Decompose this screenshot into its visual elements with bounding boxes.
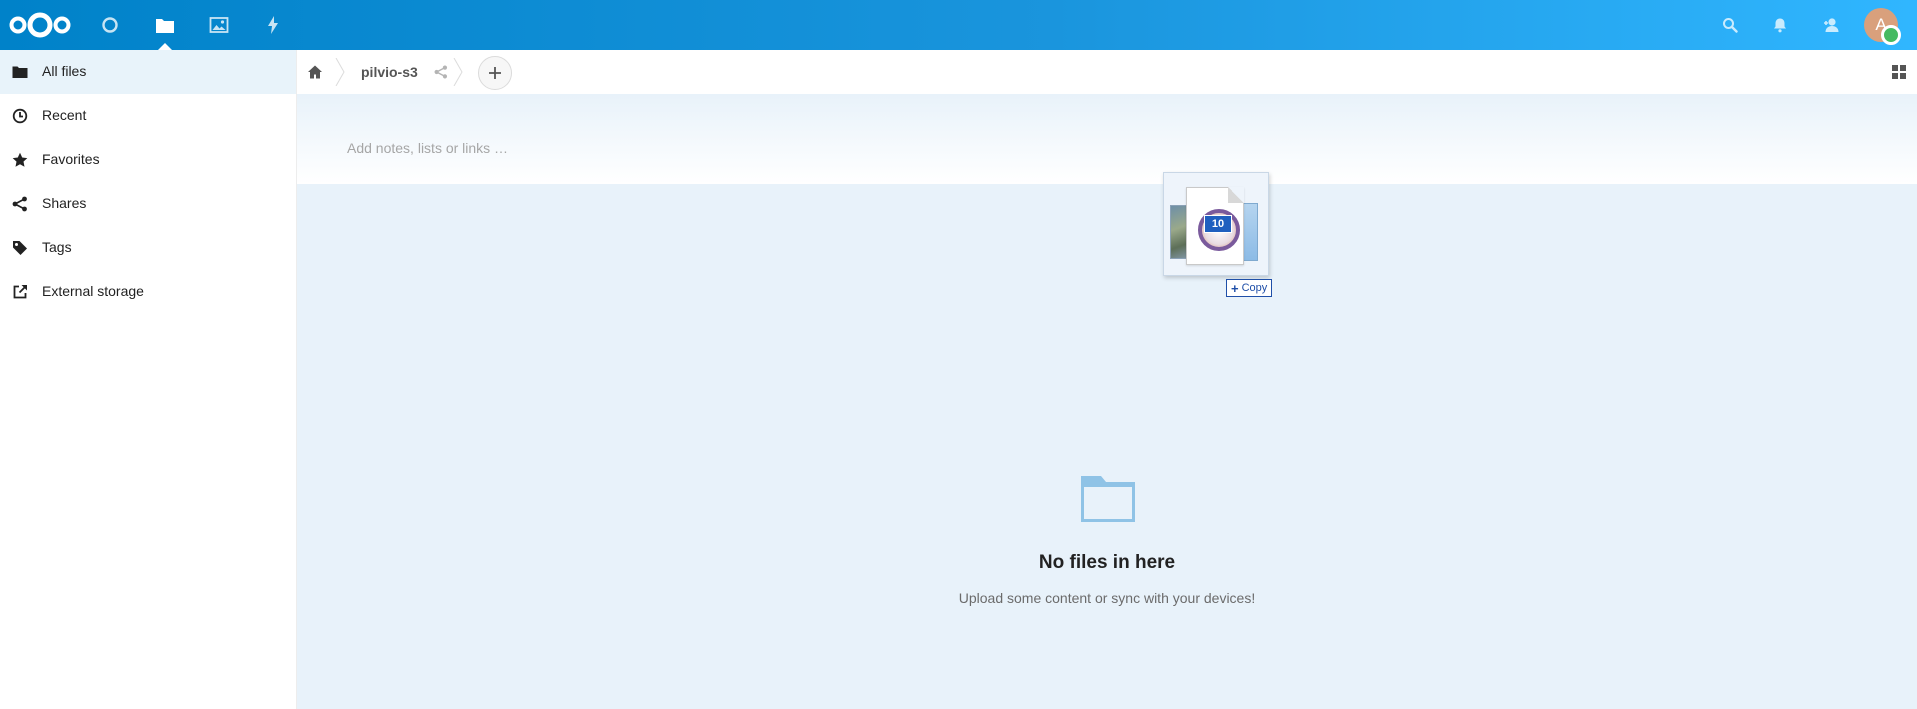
plus-icon (489, 67, 501, 79)
new-file-button[interactable] (478, 56, 512, 90)
page-fold-icon (1228, 187, 1244, 203)
app-activity[interactable] (248, 0, 298, 50)
sidebar-item-label: Favorites (42, 151, 100, 167)
folder-icon (156, 19, 174, 33)
folder-icon (12, 64, 28, 80)
sidebar-item-tags[interactable]: Tags (0, 226, 296, 270)
drag-copy-tooltip: + Copy (1226, 279, 1273, 297)
sidebar-item-favorites[interactable]: Favorites (0, 138, 296, 182)
lightning-icon (268, 16, 278, 34)
breadcrumb-current-folder[interactable]: pilvio-s3 (361, 64, 418, 80)
files-sidebar: All files Recent Favorites Shares Tags E… (0, 50, 297, 709)
image-icon (209, 17, 229, 33)
copy-tooltip-label: Copy (1241, 282, 1268, 294)
active-app-caret (158, 43, 172, 50)
nextcloud-logo-icon[interactable] (8, 9, 72, 41)
sidebar-item-label: External storage (42, 283, 144, 299)
clock-icon (12, 108, 28, 124)
sidebar-item-shares[interactable]: Shares (0, 182, 296, 226)
folder-notes-area (297, 94, 1917, 184)
bell-icon (1774, 18, 1786, 33)
empty-state-subtitle: Upload some content or sync with your de… (958, 590, 1256, 606)
drag-preview: 10 (1163, 172, 1269, 276)
contacts-icon (1824, 18, 1839, 32)
home-icon[interactable] (307, 64, 323, 80)
sidebar-item-label: Shares (42, 195, 87, 211)
breadcrumb-separator-icon (335, 58, 345, 86)
dashboard-icon (102, 17, 118, 33)
sidebar-item-all-files[interactable]: All files (0, 50, 296, 94)
online-status-indicator (1881, 25, 1901, 45)
share-icon (12, 196, 28, 212)
search-button[interactable] (1705, 0, 1755, 50)
notifications-button[interactable] (1755, 0, 1805, 50)
grid-view-icon[interactable] (1891, 64, 1907, 80)
search-icon (1723, 18, 1738, 33)
copy-plus-symbol: + (1231, 280, 1239, 296)
app-photos[interactable] (194, 0, 244, 50)
app-files[interactable] (140, 0, 190, 50)
sidebar-item-label: All files (42, 63, 87, 79)
breadcrumb-separator-icon (453, 58, 463, 86)
star-icon (12, 152, 28, 168)
sidebar-item-external-storage[interactable]: External storage (0, 270, 296, 314)
sidebar-item-recent[interactable]: Recent (0, 94, 296, 138)
external-link-icon (12, 284, 28, 300)
files-controls-bar: pilvio-s3 (297, 50, 1917, 94)
share-icon[interactable] (434, 65, 448, 79)
empty-folder-icon (1081, 476, 1135, 522)
drag-count-badge: 10 (1204, 215, 1232, 233)
sidebar-item-label: Recent (42, 107, 87, 123)
notes-input[interactable] (347, 140, 947, 156)
tag-icon (12, 240, 28, 256)
contacts-button[interactable] (1806, 0, 1856, 50)
files-content-area: No files in here Upload some content or … (297, 94, 1917, 709)
sidebar-item-label: Tags (42, 239, 72, 255)
app-header: A (0, 0, 1917, 50)
app-dashboard[interactable] (85, 0, 135, 50)
empty-state-title: No files in here (1038, 552, 1176, 573)
